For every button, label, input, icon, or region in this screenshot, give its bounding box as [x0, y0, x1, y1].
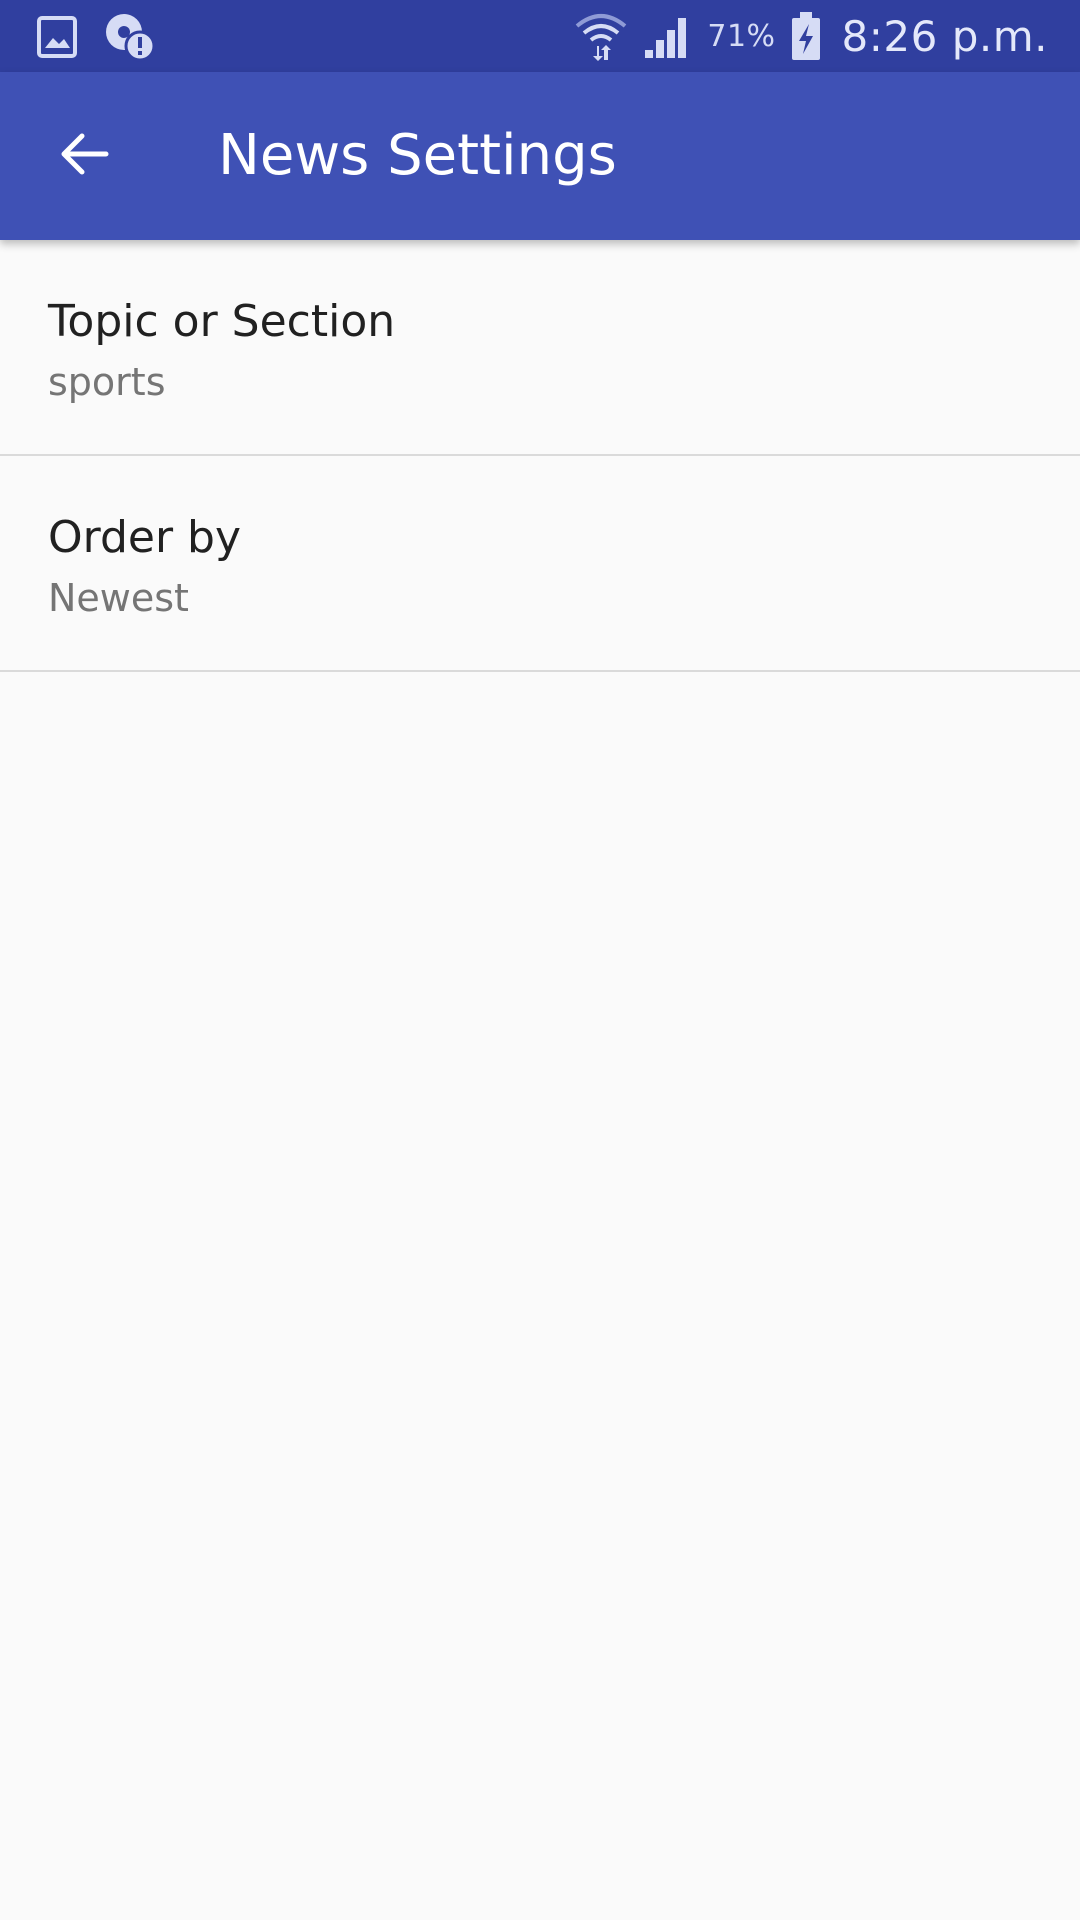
- gallery-icon: [36, 14, 78, 60]
- status-bar-system: 71% 8:26 p.m.: [573, 0, 1048, 72]
- preference-title: Topic or Section: [48, 296, 396, 347]
- battery-percent: 71%: [707, 18, 776, 54]
- app-bar: News Settings: [0, 72, 1080, 240]
- status-bar-notifications: [36, 12, 156, 62]
- preferences-list: Topic or Section sports Order by Newest: [0, 240, 1080, 672]
- preference-topic-or-section[interactable]: Topic or Section sports: [0, 240, 1080, 456]
- alert-icon: [104, 12, 156, 62]
- preference-summary: Newest: [48, 576, 189, 620]
- wifi-icon: [573, 10, 629, 62]
- page-title: News Settings: [218, 123, 617, 188]
- clock: 8:26 p.m.: [841, 11, 1048, 61]
- arrow-back-icon: [58, 128, 110, 184]
- battery-charging-icon: [790, 10, 822, 62]
- status-bar: 71% 8:26 p.m.: [0, 0, 1080, 72]
- preference-summary: sports: [48, 360, 166, 404]
- signal-icon: [643, 12, 693, 60]
- back-button[interactable]: [44, 116, 124, 196]
- preference-title: Order by: [48, 512, 241, 563]
- preference-order-by[interactable]: Order by Newest: [0, 456, 1080, 672]
